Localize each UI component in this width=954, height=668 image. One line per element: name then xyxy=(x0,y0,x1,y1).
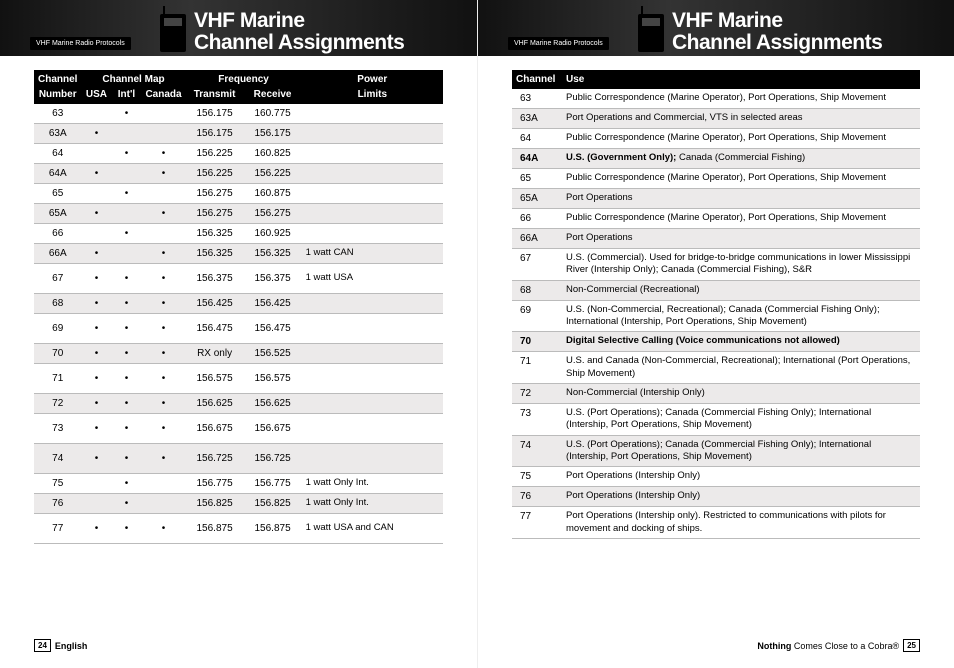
table-row: 65Public Correspondence (Marine Operator… xyxy=(512,169,920,189)
col-receive: Receive xyxy=(244,89,302,104)
col-frequency: Frequency xyxy=(186,70,302,89)
table-row: 76•156.825156.8251 watt Only Int. xyxy=(34,494,443,514)
table-row: 64Public Correspondence (Marine Operator… xyxy=(512,129,920,149)
table-row: 66APort Operations xyxy=(512,229,920,249)
col-intl: Int'l xyxy=(111,89,141,104)
col-use: Use xyxy=(562,70,920,89)
radio-icon xyxy=(160,14,186,52)
table-row: 69•••156.475156.475 xyxy=(34,314,443,344)
table-row: 63Public Correspondence (Marine Operator… xyxy=(512,89,920,109)
table-row: 75•156.775156.7751 watt Only Int. xyxy=(34,474,443,494)
table-row: 66A••156.325156.3251 watt CAN xyxy=(34,244,443,264)
col-power: Power xyxy=(302,70,443,89)
channel-use-table: Channel Use 63Public Correspondence (Mar… xyxy=(512,70,920,539)
table-row: 73U.S. (Port Operations); Canada (Commer… xyxy=(512,404,920,436)
table-row: 74U.S. (Port Operations); Canada (Commer… xyxy=(512,435,920,467)
col-channel: Channel xyxy=(512,70,562,89)
table-row: 64A••156.225156.225 xyxy=(34,164,443,184)
table-row: 63•156.175160.775 xyxy=(34,104,443,124)
table-row: 66Public Correspondence (Marine Operator… xyxy=(512,209,920,229)
table-row: 72Non-Commercial (Intership Only) xyxy=(512,384,920,404)
table-row: 63A•156.175156.175 xyxy=(34,124,443,144)
table-row: 77•••156.875156.8751 watt USA and CAN xyxy=(34,514,443,544)
col-channel-map: Channel Map xyxy=(81,70,185,89)
col-transmit: Transmit xyxy=(186,89,244,104)
page-right: VHF Marine Radio Protocols VHF Marine Ch… xyxy=(477,0,954,668)
brand-slogan: Nothing Comes Close to a Cobra® xyxy=(757,641,899,651)
col-usa: USA xyxy=(81,89,111,104)
col-channel: Channel xyxy=(34,70,81,89)
table-row: 71•••156.575156.575 xyxy=(34,364,443,394)
table-row: 63APort Operations and Commercial, VTS i… xyxy=(512,109,920,129)
table-row: 68•••156.425156.425 xyxy=(34,294,443,314)
section-tab: VHF Marine Radio Protocols xyxy=(30,37,131,50)
table-row: 65APort Operations xyxy=(512,189,920,209)
table-row: 66•156.325160.925 xyxy=(34,224,443,244)
col-number: Number xyxy=(34,89,81,104)
page-number-left: 24 xyxy=(34,639,51,652)
header-band-right: VHF Marine Radio Protocols VHF Marine Ch… xyxy=(478,0,954,56)
table-row: 72•••156.625156.625 xyxy=(34,394,443,414)
table-row: 70•••RX only156.525 xyxy=(34,344,443,364)
footer-right: Nothing Comes Close to a Cobra® 25 xyxy=(512,639,920,652)
table-row: 74•••156.725156.725 xyxy=(34,444,443,474)
table-row: 64••156.225160.825 xyxy=(34,144,443,164)
table-row: 68Non-Commercial (Recreational) xyxy=(512,280,920,300)
page-number-right: 25 xyxy=(903,639,920,652)
table-row: 64AU.S. (Government Only); Canada (Comme… xyxy=(512,149,920,169)
table-row: 70Digital Selective Calling (Voice commu… xyxy=(512,332,920,352)
table-row: 76Port Operations (Intership Only) xyxy=(512,487,920,507)
col-canada: Canada xyxy=(141,89,185,104)
channel-frequency-table: Channel Channel Map Frequency Power Numb… xyxy=(34,70,443,544)
radio-icon xyxy=(638,14,664,52)
table-row: 71U.S. and Canada (Non-Commercial, Recre… xyxy=(512,352,920,384)
footer-language: English xyxy=(55,641,88,651)
col-limits: Limits xyxy=(302,89,443,104)
table-row: 67•••156.375156.3751 watt USA xyxy=(34,264,443,294)
table-row: 69U.S. (Non-Commercial, Recreational); C… xyxy=(512,300,920,332)
table-row: 65A••156.275156.275 xyxy=(34,204,443,224)
header-band-left: VHF Marine Radio Protocols VHF Marine Ch… xyxy=(0,0,477,56)
table-row: 75Port Operations (Intership Only) xyxy=(512,467,920,487)
table-row: 73•••156.675156.675 xyxy=(34,414,443,444)
table-row: 77Port Operations (Intership only). Rest… xyxy=(512,507,920,539)
section-tab: VHF Marine Radio Protocols xyxy=(508,37,609,50)
footer-left: 24 English xyxy=(34,639,443,652)
table-row: 67U.S. (Commercial). Used for bridge-to-… xyxy=(512,249,920,281)
page-title: VHF Marine Channel Assignments xyxy=(194,10,404,54)
page-left: VHF Marine Radio Protocols VHF Marine Ch… xyxy=(0,0,477,668)
page-title: VHF Marine Channel Assignments xyxy=(672,10,882,54)
table-row: 65•156.275160.875 xyxy=(34,184,443,204)
